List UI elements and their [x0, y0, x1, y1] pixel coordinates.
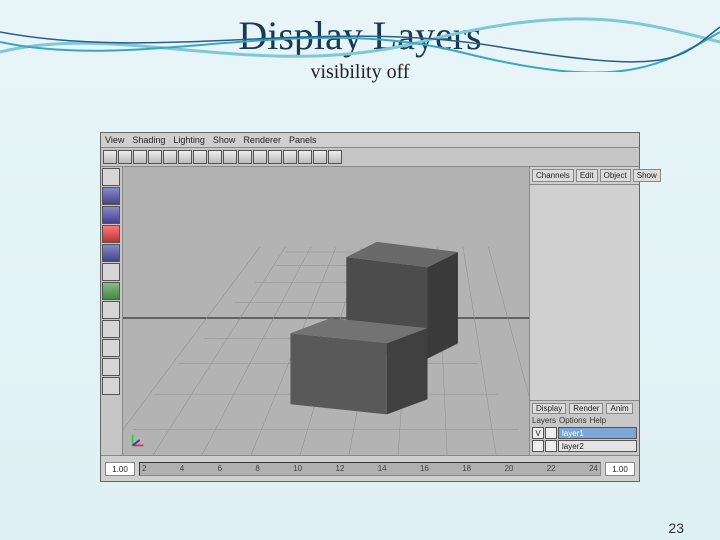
tool-move[interactable] — [102, 187, 120, 205]
layer-visibility-toggle[interactable] — [532, 440, 544, 452]
tab-show[interactable]: Show — [633, 169, 661, 182]
tab-object[interactable]: Object — [600, 169, 631, 182]
shelf-icon[interactable] — [133, 150, 147, 164]
menu-shading[interactable]: Shading — [132, 135, 165, 145]
shelf-icon[interactable] — [223, 150, 237, 164]
shelf-icon[interactable] — [178, 150, 192, 164]
layer-name[interactable]: layer1 — [558, 427, 637, 439]
time-end-field[interactable]: 1.00 — [605, 462, 635, 476]
tick: 2 — [142, 464, 146, 473]
channel-box[interactable] — [530, 185, 639, 400]
viewport-menubar: View Shading Lighting Show Renderer Pane… — [101, 133, 639, 148]
shelf-icon[interactable] — [328, 150, 342, 164]
layer-tab-display[interactable]: Display — [532, 403, 566, 414]
tool-lasso[interactable] — [102, 263, 120, 281]
axis-gizmo — [129, 431, 147, 449]
right-panel: Channels Edit Object Show Display Render… — [529, 167, 639, 455]
tool-paint[interactable] — [102, 282, 120, 300]
tab-channels[interactable]: Channels — [532, 169, 574, 182]
toolbox — [101, 167, 123, 455]
maya-window: View Shading Lighting Show Renderer Pane… — [100, 132, 640, 482]
tool-manip[interactable] — [102, 244, 120, 262]
layer-tabs: Display Render Anim — [532, 403, 637, 414]
shelf-icon[interactable] — [298, 150, 312, 164]
shelf-icon[interactable] — [193, 150, 207, 164]
slide-title: Display Layers — [0, 12, 720, 59]
menu-view[interactable]: View — [105, 135, 124, 145]
layer-type-toggle[interactable] — [545, 440, 557, 452]
tick: 16 — [420, 464, 429, 473]
tick: 8 — [255, 464, 259, 473]
menu-renderer[interactable]: Renderer — [243, 135, 281, 145]
tool-last[interactable] — [102, 301, 120, 319]
view-four[interactable] — [102, 339, 120, 357]
layer-visibility-toggle[interactable]: V — [532, 427, 544, 439]
layer-row[interactable]: V layer1 — [532, 427, 637, 439]
layer-tab-anim[interactable]: Anim — [606, 403, 632, 414]
menu-show[interactable]: Show — [213, 135, 236, 145]
time-start-field[interactable]: 1.00 — [105, 462, 135, 476]
time-slider[interactable]: 2 4 6 8 10 12 14 16 18 20 22 24 — [139, 462, 601, 476]
layer-menu-help[interactable]: Help — [590, 416, 606, 425]
shelf-icon[interactable] — [103, 150, 117, 164]
tick: 14 — [378, 464, 387, 473]
shelf-icon[interactable] — [238, 150, 252, 164]
timeline: 1.00 2 4 6 8 10 12 14 16 18 20 22 24 1.0… — [101, 455, 639, 481]
channelbox-tabs: Channels Edit Object Show — [530, 167, 639, 185]
shelf-icon[interactable] — [283, 150, 297, 164]
menu-lighting[interactable]: Lighting — [173, 135, 205, 145]
tool-select[interactable] — [102, 168, 120, 186]
layer-type-toggle[interactable] — [545, 427, 557, 439]
tick: 10 — [293, 464, 302, 473]
view-outliner[interactable] — [102, 358, 120, 376]
tool-scale[interactable] — [102, 225, 120, 243]
shelf-icon[interactable] — [148, 150, 162, 164]
layer-menu: Layers Options Help — [532, 416, 637, 425]
tick: 12 — [335, 464, 344, 473]
tick: 22 — [547, 464, 556, 473]
view-graph[interactable] — [102, 377, 120, 395]
shelf-icon[interactable] — [268, 150, 282, 164]
shelf-icon[interactable] — [163, 150, 177, 164]
menu-panels[interactable]: Panels — [289, 135, 317, 145]
scene-geometry — [290, 242, 457, 415]
main-area: Channels Edit Object Show Display Render… — [101, 167, 639, 455]
page-number: 23 — [668, 520, 684, 536]
tick: 18 — [462, 464, 471, 473]
shelf-icon[interactable] — [313, 150, 327, 164]
layer-menu-layers[interactable]: Layers — [532, 416, 556, 425]
shelf — [101, 148, 639, 167]
viewport[interactable] — [123, 167, 529, 455]
layer-editor: Display Render Anim Layers Options Help … — [530, 400, 639, 455]
slide-subtitle: visibility off — [0, 61, 720, 84]
shelf-icon[interactable] — [253, 150, 267, 164]
layer-name[interactable]: layer2 — [558, 440, 637, 452]
layer-menu-options[interactable]: Options — [559, 416, 587, 425]
shelf-icon[interactable] — [208, 150, 222, 164]
viewport-scene — [123, 181, 529, 455]
shelf-icon[interactable] — [118, 150, 132, 164]
tick: 24 — [589, 464, 598, 473]
layer-row[interactable]: layer2 — [532, 440, 637, 452]
tab-edit[interactable]: Edit — [576, 169, 598, 182]
tick: 20 — [504, 464, 513, 473]
tick: 6 — [218, 464, 222, 473]
tick: 4 — [180, 464, 184, 473]
tool-rotate[interactable] — [102, 206, 120, 224]
layer-tab-render[interactable]: Render — [569, 403, 603, 414]
view-single[interactable] — [102, 320, 120, 338]
